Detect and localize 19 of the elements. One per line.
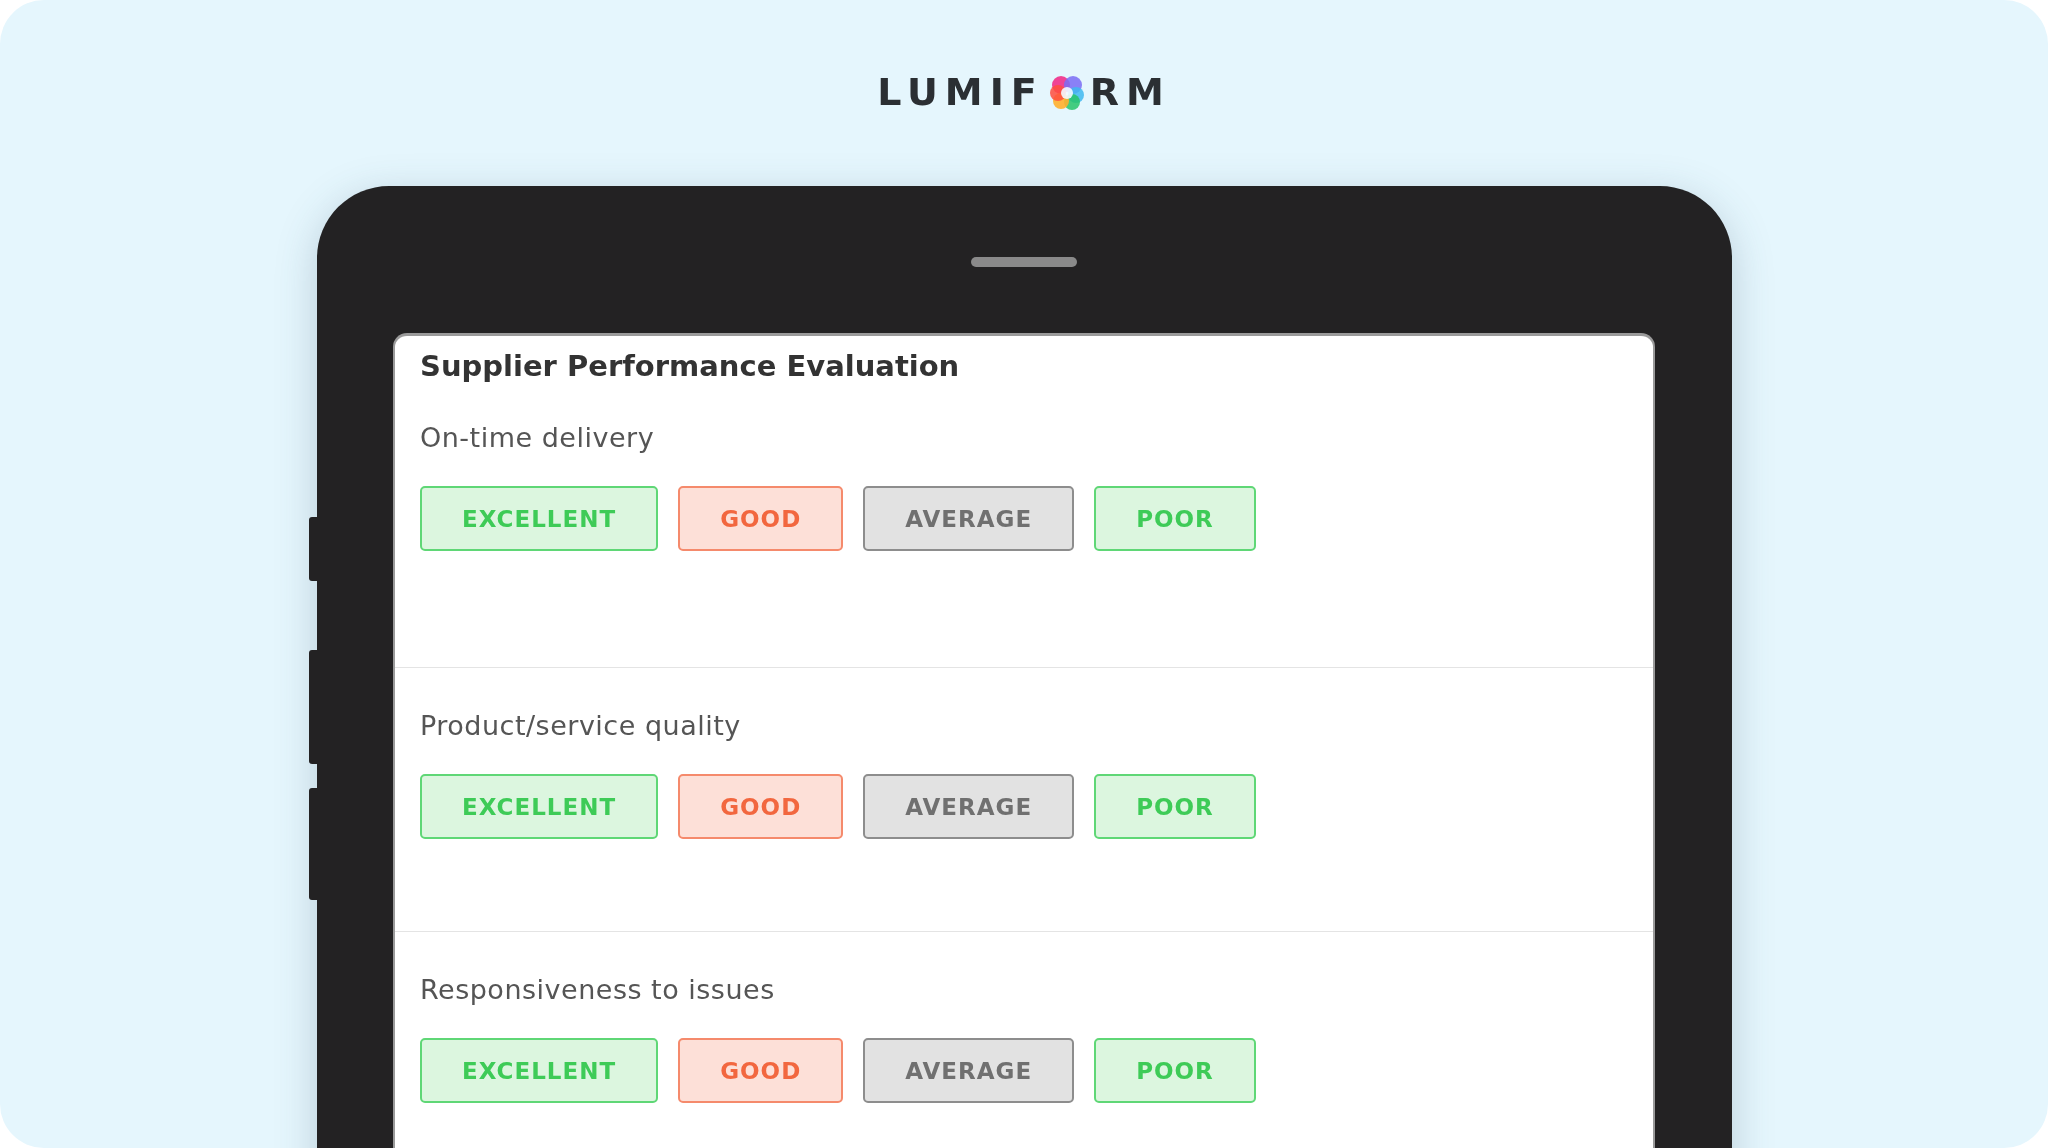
- rating-button[interactable]: POOR: [1094, 774, 1256, 839]
- rating-button[interactable]: EXCELLENT: [420, 774, 659, 839]
- rating-button[interactable]: AVERAGE: [863, 1038, 1075, 1103]
- rating-button[interactable]: EXCELLENT: [420, 486, 659, 551]
- question-label: Responsiveness to issues: [420, 973, 775, 1007]
- rating-button[interactable]: AVERAGE: [863, 486, 1075, 551]
- rating-button[interactable]: GOOD: [678, 1038, 844, 1103]
- brand-logo-text: RM: [1089, 70, 1171, 114]
- question-label: Product/service quality: [420, 709, 741, 743]
- flower-logo-icon: [1049, 74, 1084, 110]
- form-title: Supplier Performance Evaluation: [419, 348, 961, 385]
- rating-button[interactable]: POOR: [1094, 486, 1256, 551]
- rating-button[interactable]: GOOD: [678, 774, 844, 839]
- rating-button[interactable]: POOR: [1094, 1038, 1256, 1103]
- brand-logo-text: LUMIF: [877, 70, 1044, 114]
- rating-button[interactable]: EXCELLENT: [420, 1038, 659, 1103]
- question-label: On-time delivery: [420, 421, 655, 455]
- rating-button[interactable]: AVERAGE: [863, 774, 1075, 839]
- rating-button[interactable]: GOOD: [678, 486, 844, 551]
